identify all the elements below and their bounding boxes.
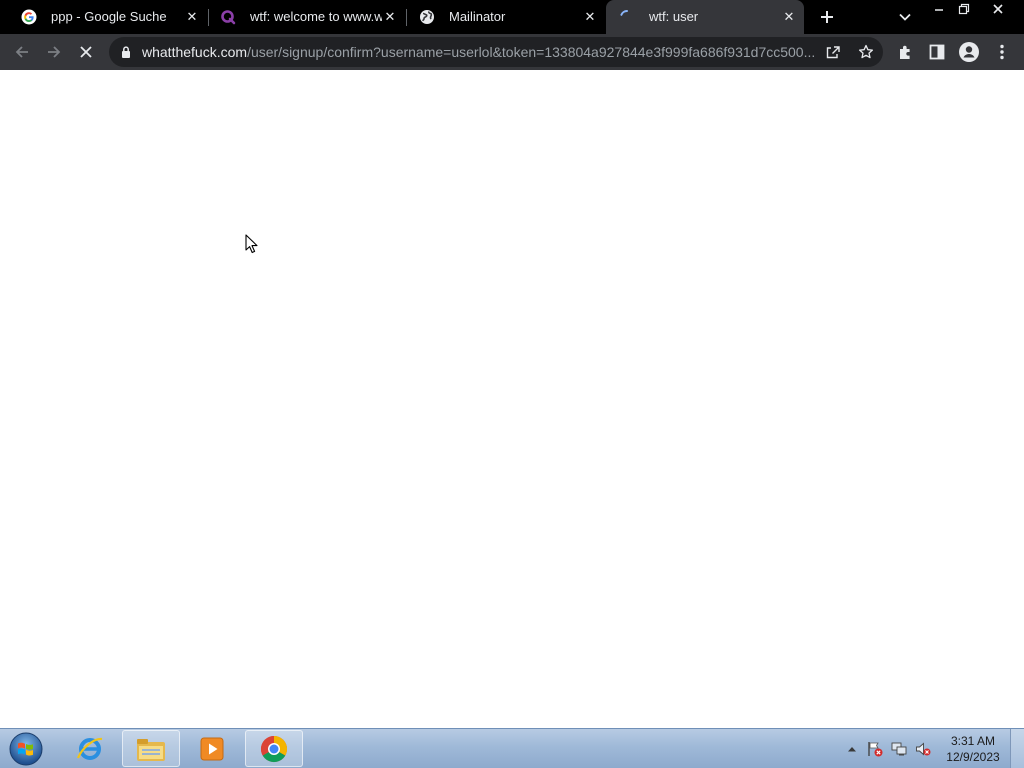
menu-kebab-icon[interactable] — [992, 42, 1012, 62]
volume-muted-icon[interactable] — [915, 741, 931, 757]
folder-icon — [137, 738, 165, 761]
page-viewport — [0, 70, 1024, 728]
tab-welcome[interactable]: wtf: welcome to www.wha ✕ — [207, 0, 407, 34]
tab-title: Mailinator — [449, 9, 506, 24]
media-player-icon — [200, 737, 224, 760]
tab-title: wtf: user — [649, 9, 699, 24]
show-hidden-icons-button[interactable] — [844, 741, 860, 757]
tab-mailinator[interactable]: Mailinator ✕ — [406, 0, 606, 34]
clock-time: 3:31 AM — [950, 734, 996, 748]
taskbar-clock[interactable]: 3:31 AM 12/9/2023 — [940, 733, 1006, 765]
chevron-down-icon — [899, 13, 911, 21]
arrow-left-icon — [15, 46, 28, 58]
close-tab-icon[interactable]: ✕ — [582, 9, 598, 25]
tab-strip: ppp - Google Suche ✕ wtf: welcome to www… — [0, 0, 1024, 34]
browser-toolbar: whatthefuck.com/user/signup/confirm?user… — [0, 34, 1024, 70]
close-tab-icon[interactable]: ✕ — [382, 9, 398, 25]
minimize-icon — [935, 9, 943, 11]
address-url[interactable]: whatthefuck.com/user/signup/confirm?user… — [142, 44, 822, 60]
chrome-icon — [260, 735, 288, 762]
plus-icon — [821, 11, 833, 23]
taskbar-media-player[interactable] — [183, 730, 241, 767]
close-window-button[interactable] — [985, 0, 1011, 18]
back-button[interactable] — [10, 41, 34, 63]
new-tab-button[interactable] — [816, 6, 838, 28]
extensions-icon[interactable] — [895, 42, 915, 62]
globe-icon — [419, 9, 435, 25]
tab-title: wtf: welcome to www.wha — [250, 9, 382, 24]
google-icon — [21, 9, 37, 25]
bookmark-star-icon[interactable] — [857, 43, 875, 61]
lock-icon[interactable] — [119, 45, 133, 59]
taskbar-file-explorer[interactable] — [122, 730, 180, 767]
restore-button[interactable] — [951, 0, 977, 18]
chevron-up-icon — [848, 747, 856, 752]
network-icon[interactable] — [891, 741, 907, 757]
forward-button[interactable] — [42, 41, 66, 63]
restore-icon — [958, 3, 970, 15]
tab-title: ppp - Google Suche — [51, 9, 167, 24]
side-panel-icon[interactable] — [927, 42, 947, 62]
action-center-flag-icon[interactable] — [867, 741, 883, 757]
internet-explorer-icon — [76, 737, 103, 760]
q-icon — [220, 9, 236, 25]
mouse-cursor-icon — [245, 234, 259, 254]
tab-google-search[interactable]: ppp - Google Suche ✕ — [8, 0, 208, 34]
clock-date: 12/9/2023 — [946, 750, 1000, 764]
close-tab-icon[interactable]: ✕ — [184, 9, 200, 25]
close-tab-icon[interactable]: ✕ — [781, 9, 797, 25]
tab-search-button[interactable] — [896, 8, 914, 26]
address-path: /user/signup/confirm?username=userlol&to… — [247, 44, 816, 60]
minimize-button[interactable] — [926, 0, 952, 18]
show-desktop-button[interactable] — [1010, 729, 1024, 768]
tab-wtf-user[interactable]: wtf: user ✕ — [606, 0, 804, 34]
windows-taskbar: 3:31 AM 12/9/2023 — [0, 728, 1024, 768]
close-icon — [80, 46, 92, 58]
share-icon[interactable] — [824, 43, 842, 61]
windows-orb-icon — [9, 732, 43, 766]
stop-loading-button[interactable] — [74, 41, 98, 63]
profile-avatar-icon[interactable] — [959, 42, 979, 62]
close-icon — [993, 4, 1003, 14]
taskbar-chrome[interactable] — [245, 730, 303, 767]
address-host: whatthefuck.com — [142, 44, 248, 60]
arrow-right-icon — [48, 46, 61, 58]
start-button[interactable] — [6, 730, 46, 768]
loading-spinner-icon — [619, 9, 635, 25]
address-bar[interactable]: whatthefuck.com/user/signup/confirm?user… — [109, 37, 883, 67]
taskbar-internet-explorer[interactable] — [61, 730, 119, 767]
